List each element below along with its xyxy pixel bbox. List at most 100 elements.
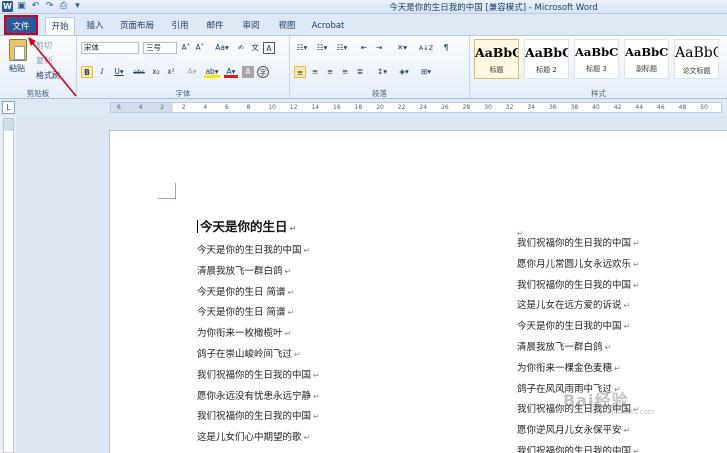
char-border-button[interactable]: A (263, 42, 275, 54)
font-size-select[interactable]: 三号 (143, 42, 177, 54)
lyric-line[interactable]: 这是儿女们心中期望的歌 ↵ (197, 428, 320, 449)
style-tile-heading-2[interactable]: AaBbC 标题 2 (524, 39, 569, 79)
lyric-line[interactable]: 愿你逆风月儿女永保平安 ↵ (517, 421, 640, 442)
tab-selector-icon[interactable]: L (2, 101, 15, 114)
sort-button[interactable]: A↓Z (418, 42, 434, 54)
lyric-text: 今天是你的生日我的中国 (197, 245, 302, 256)
text-effects-button[interactable]: A▾ (185, 66, 199, 78)
ruler-number: 12 (289, 104, 298, 111)
lyric-line[interactable]: 今天是你的生日我的中国 ↵ (517, 317, 640, 338)
paragraph-mark: ↵ (287, 308, 295, 318)
ruler-number: 16 (333, 104, 341, 111)
ruler-number: 42 (613, 104, 622, 111)
style-sample: AaBbC (475, 45, 518, 60)
tab-home[interactable]: 开始 (45, 17, 75, 35)
paragraph-mark: ↵ (623, 322, 631, 332)
style-tile-heading-3[interactable]: AaBbC 标题 3 (574, 39, 619, 79)
lyric-text: 为你衔来一枚橄榄叶 (197, 328, 283, 340)
align-left-button[interactable]: ≡ (294, 66, 306, 78)
superscript-button[interactable]: x² (165, 66, 177, 78)
lyric-text: 愿你月儿常圆儿女永远欢乐 (517, 258, 632, 270)
char-shading-button[interactable]: A (242, 66, 254, 78)
change-case-button[interactable]: Aa▾ (213, 42, 231, 54)
lyric-line[interactable]: 这是儿女在远方爱的诉说 ↵ (517, 296, 640, 317)
ruler-number: 6 (225, 104, 229, 111)
paste-button[interactable]: 粘贴 (9, 63, 25, 74)
font-name-select[interactable]: 宋体 (81, 42, 139, 54)
lyric-line[interactable]: 今天是你的生日我的中国 ↵ (197, 241, 320, 262)
lyric-line[interactable]: 我们祝福你的生日我的中国 ↵ (197, 366, 320, 387)
numbering-button[interactable]: ☷▾ (314, 42, 330, 54)
tab-review[interactable]: 审阅 (236, 17, 266, 35)
italic-button[interactable]: I (96, 66, 108, 78)
lyric-line[interactable]: 我们祝福你的生日我的中国 ↵ (517, 442, 640, 453)
lyric-text: 清晨我放飞一群白鸽 (517, 341, 603, 353)
ruler-number: 34 (527, 104, 536, 111)
lyric-line[interactable]: 清晨我放飞一群白鸽 ↵ (517, 338, 640, 359)
lyric-line[interactable]: 我们祝福你的生日我的中国 ↵ (517, 234, 640, 255)
grow-font-button[interactable]: A˄ (180, 42, 192, 54)
shading-button[interactable]: ◈▾ (396, 66, 412, 78)
justify-button[interactable]: ≡ (339, 66, 351, 78)
lyric-line[interactable]: 我们祝福你的生日我的中国 ↵ (517, 276, 640, 297)
bullets-button[interactable]: ☷▾ (294, 42, 310, 54)
paragraph-mark: ↵ (284, 266, 292, 276)
copy-button[interactable]: 复制 (36, 55, 52, 66)
ruler-number: 24 (419, 104, 428, 111)
tab-insert[interactable]: 插入 (80, 17, 110, 35)
paste-icon[interactable] (9, 39, 27, 61)
line-spacing-button[interactable]: ↕▾ (374, 66, 390, 78)
tab-references[interactable]: 引用 (165, 17, 195, 35)
paragraph-mark: ↵ (623, 301, 631, 311)
tab-page-layout[interactable]: 页面布局 (115, 17, 159, 35)
lyric-text: 这是儿女在远方爱的诉说 (517, 300, 622, 312)
show-marks-button[interactable]: ¶ (440, 42, 452, 54)
tab-mailings[interactable]: 邮件 (200, 17, 230, 35)
horizontal-ruler[interactable]: 6 4 2 2 4 6 8 10 12 14 16 18 20 22 24 26 28 30 32 34 36 38 40 4… (110, 102, 722, 113)
phonetic-guide-button[interactable]: 文 (249, 42, 261, 54)
lyric-line[interactable]: 清晨我放飞一群白鸽 ↵ (197, 262, 320, 283)
lyric-line[interactable]: 我们祝福你的生日我的中国 ↵ (197, 407, 320, 428)
style-tile-heading[interactable]: AaBbC 标题 (474, 39, 519, 79)
ruler-number: 14 (311, 104, 320, 111)
clipboard-group-label: 剪贴板 (26, 89, 50, 98)
document-page[interactable]: ↵ 今天是你的生日 ↵ 今天是你的生日我的中国 ↵ 清晨我放飞一群白鸽 ↵ 今天是你的生日… (109, 130, 727, 453)
tab-acrobat[interactable]: Acrobat (308, 17, 348, 35)
format-painter-button[interactable]: 格式刷 (36, 70, 60, 81)
distributed-button[interactable]: ≣ (354, 66, 366, 78)
lyric-line[interactable]: 为你衔来一枚橄榄叶 ↵ (197, 324, 320, 345)
bold-button[interactable]: B (81, 66, 93, 78)
borders-button[interactable]: ⊞▾ (418, 66, 434, 78)
cut-button[interactable]: 剪切 (36, 40, 52, 51)
decrease-indent-button[interactable]: ⇤ (358, 42, 370, 54)
ruler-number: 4 (203, 104, 208, 111)
lyric-line[interactable]: 为你衔来一棵金色麦穗 ↵ (517, 359, 640, 380)
subscript-button[interactable]: x₂ (150, 66, 162, 78)
enclose-char-button[interactable]: 字 (257, 66, 269, 78)
align-right-button[interactable]: ≡ (324, 66, 336, 78)
strikethrough-button[interactable]: abc (131, 66, 147, 78)
ruler-number: 4 (138, 104, 143, 111)
lyric-line[interactable]: 今天是你的生日 简谱 ↵ (197, 303, 320, 324)
lyric-line[interactable]: 鸽子在崇山峻岭间飞过 ↵ (197, 345, 320, 366)
shrink-font-button[interactable]: A˅ (194, 42, 206, 54)
increase-indent-button[interactable]: ⇥ (373, 42, 385, 54)
style-tile-subtitle[interactable]: AaBbC 副标题 (624, 39, 669, 79)
tab-file[interactable]: 文件 (4, 15, 38, 35)
clear-format-icon[interactable]: ✍ (235, 42, 247, 54)
center-button[interactable]: ≡ (309, 66, 321, 78)
tab-view[interactable]: 视图 (272, 17, 302, 35)
chinese-layout-button[interactable]: ✕▾ (394, 42, 410, 54)
word-window: W ▣ ↶ ↷ ⎙ ▾ 今天是你的生日我的中国 [兼容模式] - Microso… (0, 0, 727, 453)
font-color-button[interactable]: A▾ (224, 66, 238, 78)
song-title[interactable]: 今天是你的生日 ↵ (197, 213, 320, 241)
ruler-number: 8 (246, 104, 251, 111)
lyric-line[interactable]: 愿你月儿常圆儿女永远欢乐 ↵ (517, 255, 640, 276)
underline-button[interactable]: U▾ (111, 66, 127, 78)
multilevel-list-button[interactable]: ☷▾ (334, 42, 350, 54)
highlight-color-button[interactable]: ab▾ (204, 66, 220, 78)
lyric-line[interactable]: 愿你永远没有忧患永远宁静 ↵ (197, 387, 320, 408)
ruler-number: 2 (160, 104, 165, 111)
style-tile-paper-title[interactable]: AaBbC 论文标题 (674, 39, 719, 79)
lyric-line[interactable]: 今天是你的生日 简谱 ↵ (197, 283, 320, 304)
